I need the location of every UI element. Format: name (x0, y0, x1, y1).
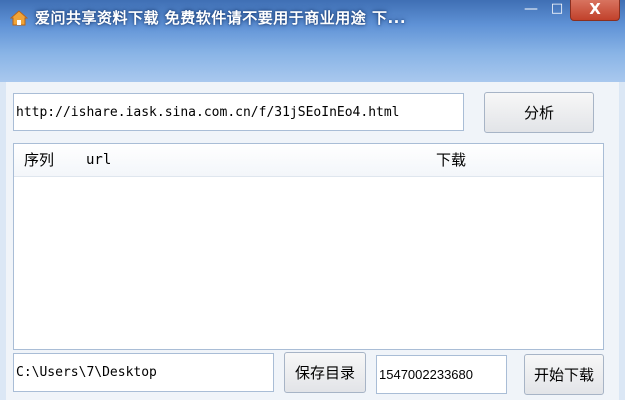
close-button[interactable]: X (570, 0, 620, 21)
column-header-download[interactable]: 下载 (436, 144, 466, 176)
minimize-button[interactable]: — (518, 0, 544, 21)
title-bar[interactable]: 爱问共享资料下载 免费软件请不要用于商业用途 下... — □ X (0, 0, 625, 82)
list-header: 序列 url 下载 (14, 144, 603, 177)
window-title: 爱问共享资料下载 免费软件请不要用于商业用途 下... (35, 9, 407, 27)
download-list[interactable]: 序列 url 下载 (13, 143, 604, 350)
start-download-button[interactable]: 开始下载 (524, 354, 604, 395)
maximize-button[interactable]: □ (544, 0, 570, 21)
column-header-url[interactable]: url (86, 144, 111, 176)
app-window: 爱问共享资料下载 免费软件请不要用于商业用途 下... — □ X 分析 序列 … (0, 0, 625, 400)
column-header-sequence[interactable]: 序列 (24, 144, 54, 176)
analyze-button[interactable]: 分析 (484, 92, 594, 133)
url-input[interactable] (13, 93, 464, 131)
house-icon (10, 10, 28, 26)
id-input[interactable] (376, 355, 507, 394)
save-directory-button[interactable]: 保存目录 (284, 352, 366, 393)
save-path-input[interactable] (13, 353, 274, 392)
